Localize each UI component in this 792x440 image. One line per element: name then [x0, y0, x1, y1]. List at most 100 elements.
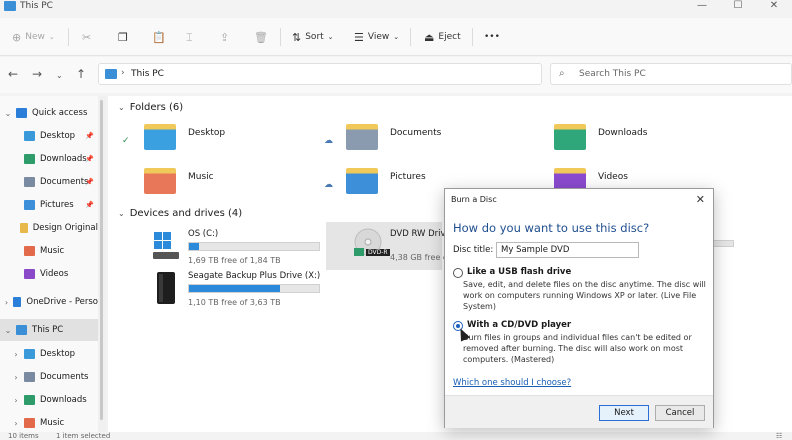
- sort-icon: ⇅: [292, 30, 302, 44]
- maximize-button[interactable]: ☐: [720, 0, 756, 14]
- disc-title-input[interactable]: My Sample DVD: [496, 242, 639, 258]
- copy-button[interactable]: ❐: [118, 29, 128, 45]
- burn-disc-dialog: Burn a Disc ✕ How do you want to use thi…: [444, 188, 714, 428]
- collapse-chevron-icon[interactable]: ›: [10, 350, 22, 359]
- sidebar-item-music[interactable]: › Music: [0, 412, 98, 434]
- details-view-icon[interactable]: ☷: [776, 432, 782, 440]
- delete-button[interactable]: 🗑: [254, 29, 268, 45]
- folders-heading: Folders (6): [129, 102, 184, 113]
- sidebar-item-this-pc[interactable]: ⌄ This PC: [0, 319, 98, 341]
- collapse-chevron-icon[interactable]: ›: [10, 396, 22, 405]
- sidebar-item-documents[interactable]: › Documents: [0, 366, 98, 388]
- eject-button[interactable]: ⏏ Eject: [424, 29, 461, 45]
- cd-dvd-option-label[interactable]: With a CD/DVD player: [467, 320, 571, 330]
- address-bar[interactable]: › This PC: [98, 63, 542, 85]
- which-one-help-link[interactable]: Which one should I choose?: [453, 378, 571, 388]
- breadcrumb-chevron-icon[interactable]: ›: [121, 68, 125, 78]
- sidebar-item-downloads[interactable]: › Downloads: [0, 389, 98, 411]
- downloads-icon: [24, 154, 35, 164]
- expand-chevron-icon[interactable]: ⌄: [2, 326, 14, 335]
- pictures-icon: [24, 200, 35, 210]
- expand-chevron-icon[interactable]: ⌄: [2, 109, 14, 118]
- up-arrow-icon[interactable]: ↑: [76, 68, 86, 80]
- recent-chevron-icon[interactable]: ⌄: [56, 70, 63, 82]
- navigation-pane: ⌄ Quick access Desktop 📌 Downloads 📌 Documents…: [0, 96, 98, 440]
- sidebar-item-downloads[interactable]: Downloads 📌: [0, 148, 98, 170]
- folder-desktop[interactable]: ✓ Desktop: [122, 124, 312, 160]
- folders-section-header[interactable]: ⌄ Folders (6): [118, 102, 183, 113]
- cd-dvd-option-description: Burn files in groups and individual file…: [463, 333, 692, 364]
- search-box[interactable]: ⌕ Search This PC: [550, 63, 792, 85]
- music-icon: [24, 418, 35, 428]
- usb-option-label[interactable]: Like a USB flash drive: [467, 267, 571, 277]
- more-icon: •••: [484, 32, 500, 42]
- sidebar-item-desktop[interactable]: Desktop 📌: [0, 125, 98, 147]
- dialog-question: How do you want to use this disc?: [453, 221, 650, 235]
- dialog-close-icon[interactable]: ✕: [696, 193, 705, 206]
- close-window-button[interactable]: ✕: [756, 0, 792, 14]
- sidebar-item-label: Documents: [40, 177, 89, 187]
- rename-button[interactable]: ⌶: [186, 29, 193, 45]
- sidebar-item-desktop[interactable]: › Desktop: [0, 343, 98, 365]
- sidebar-item-music[interactable]: Music: [0, 240, 98, 262]
- sidebar-item-quick-access[interactable]: ⌄ Quick access: [0, 102, 98, 124]
- music-folder-icon: [144, 168, 176, 194]
- devices-section-header[interactable]: ⌄ Devices and drives (4): [118, 208, 242, 219]
- rename-icon: ⌶: [186, 30, 193, 44]
- drive-dvd-rw[interactable]: DVD-R DVD RW Drive 4,38 GB free o: [326, 222, 451, 270]
- collapse-chevron-icon[interactable]: ⌄: [118, 209, 125, 218]
- synced-check-icon: ✓: [122, 136, 130, 146]
- scrollbar-thumb[interactable]: [100, 100, 103, 420]
- drive-usage-fill: [189, 243, 200, 250]
- folder-documents[interactable]: ☁ Documents: [324, 124, 514, 160]
- drive-usage-bar: [188, 242, 320, 251]
- cut-button[interactable]: ✂: [82, 29, 91, 45]
- minimize-button[interactable]: —: [684, 0, 720, 14]
- next-button[interactable]: Next: [599, 405, 649, 421]
- drive-seagate-x[interactable]: Seagate Backup Plus Drive (X:) 1,10 TB f…: [152, 270, 332, 316]
- collapse-chevron-icon[interactable]: ⌄: [118, 103, 125, 112]
- sidebar-item-onedrive-perso[interactable]: › OneDrive - Perso: [0, 291, 98, 313]
- option-cd-dvd-player[interactable]: With a CD/DVD player Burn files in group…: [453, 320, 711, 368]
- cancel-button[interactable]: Cancel: [655, 405, 705, 421]
- share-button[interactable]: ⇪: [220, 29, 229, 45]
- drive-free-space: 1,69 TB free of 1,84 TB: [188, 256, 281, 265]
- folder-downloads[interactable]: Downloads: [532, 124, 722, 160]
- collapse-chevron-icon[interactable]: ›: [2, 298, 11, 307]
- sidebar-item-pictures[interactable]: Pictures 📌: [0, 194, 98, 216]
- back-arrow-icon[interactable]: ←: [8, 68, 18, 80]
- sidebar-item-documents[interactable]: Documents 📌: [0, 171, 98, 193]
- status-bar: 10 items 1 item selected ☷: [0, 432, 792, 440]
- toolbar-divider: [68, 28, 69, 46]
- collapse-chevron-icon[interactable]: ›: [10, 419, 22, 428]
- sidebar-item-label: Music: [40, 246, 65, 256]
- sidebar-item-label: Downloads: [40, 395, 87, 405]
- usb-option-radio[interactable]: [453, 268, 463, 278]
- star-icon: [16, 108, 27, 118]
- pictures-folder-icon: [346, 168, 378, 194]
- more-options-button[interactable]: •••: [484, 29, 500, 45]
- new-button[interactable]: ⊕ New ⌄: [12, 29, 55, 45]
- drive-os-c[interactable]: OS (C:) 1,69 TB free of 1,84 TB: [152, 228, 322, 274]
- drive-free-space: 4,38 GB free o: [390, 253, 448, 262]
- sidebar-scrollbar[interactable]: [98, 96, 106, 440]
- toolbar-divider: [280, 28, 281, 46]
- documents-folder-icon: [346, 124, 378, 150]
- documents-icon: [24, 177, 35, 187]
- sidebar-item-design-original[interactable]: Design Original: [0, 217, 98, 239]
- dialog-title: Burn a Disc: [451, 195, 497, 204]
- toolbar-divider: [472, 28, 473, 46]
- folder-music[interactable]: Music: [122, 168, 312, 204]
- collapse-chevron-icon[interactable]: ›: [10, 373, 22, 382]
- sort-button[interactable]: ⇅ Sort ⌄: [292, 29, 334, 45]
- option-usb-flash-drive[interactable]: Like a USB flash drive Save, edit, and d…: [453, 267, 711, 315]
- cloud-status-icon: ☁: [324, 136, 333, 146]
- pin-icon: 📌: [85, 178, 94, 186]
- chevron-down-icon: ⌄: [327, 32, 334, 41]
- breadcrumb-this-pc[interactable]: This PC: [131, 69, 164, 79]
- view-button[interactable]: ☰ View ⌄: [354, 29, 399, 45]
- sidebar-item-videos[interactable]: Videos: [0, 263, 98, 285]
- sidebar-item-label: Desktop: [40, 349, 76, 359]
- forward-arrow-icon[interactable]: →: [32, 68, 42, 80]
- paste-button[interactable]: 📋: [152, 29, 166, 45]
